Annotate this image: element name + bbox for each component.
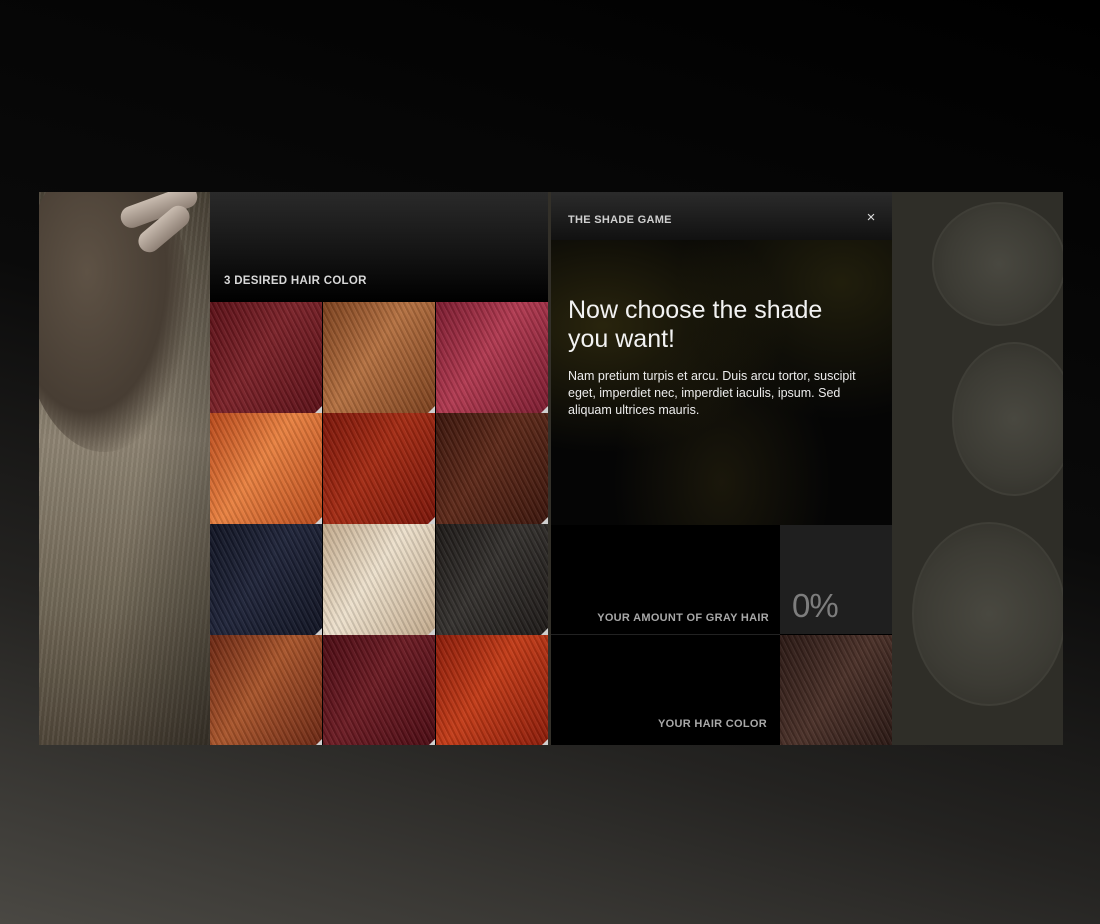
bokeh-circle [912, 522, 1063, 706]
shade-game-title: THE SHADE GAME [568, 214, 672, 226]
shade-game-panel: THE SHADE GAME × Now choose the shade yo… [551, 192, 892, 745]
hair-swatch-raspberry[interactable] [436, 302, 548, 413]
description-text: Nam pretium turpis et arcu. Duis arcu to… [568, 369, 856, 417]
background-photo-right [892, 192, 1063, 745]
hair-swatch-vivid-red[interactable] [436, 635, 548, 745]
hair-swatch-soft-black[interactable] [436, 524, 548, 635]
swatch-corner-icon [541, 739, 548, 745]
shade-game-intro: Now choose the shade you want! Nam preti… [551, 240, 892, 525]
background-photo-left [39, 192, 210, 745]
gray-hair-percentage: 0% [792, 587, 839, 624]
bokeh-circle [952, 342, 1063, 496]
swatch-corner-icon [315, 406, 322, 413]
hair-swatch-burgundy[interactable] [210, 302, 322, 413]
gray-hair-row: YOUR AMOUNT OF GRAY HAIR 0% [551, 525, 892, 634]
swatch-corner-icon [428, 739, 435, 745]
current-hair-row: YOUR HAIR COLOR [551, 635, 892, 745]
desired-color-panel: 3 DESIRED HAIR COLOR [210, 192, 548, 745]
desired-color-title: 3 DESIRED HAIR COLOR [224, 275, 367, 287]
hair-swatch-auburn[interactable] [210, 635, 322, 745]
gray-hair-box[interactable]: 0% [780, 525, 892, 634]
swatch-corner-icon [315, 739, 322, 745]
shade-game-stage: 3 DESIRED HAIR COLOR THE SHADE GAME × No… [39, 192, 1063, 745]
hair-swatch-bright-copper[interactable] [210, 413, 322, 524]
swatch-corner-icon [315, 628, 322, 635]
swatch-corner-icon [541, 628, 548, 635]
swatch-corner-icon [428, 517, 435, 524]
headline: Now choose the shade you want! [568, 296, 823, 353]
swatch-corner-icon [428, 406, 435, 413]
desired-color-header: 3 DESIRED HAIR COLOR [210, 192, 548, 302]
hair-color-label: YOUR HAIR COLOR [658, 718, 767, 730]
swatch-corner-icon [315, 517, 322, 524]
close-icon[interactable]: × [864, 210, 878, 225]
swatch-corner-icon [541, 517, 548, 524]
swatch-corner-icon [541, 406, 548, 413]
gray-hair-label: YOUR AMOUNT OF GRAY HAIR [597, 612, 769, 624]
hair-swatch-copper-brown[interactable] [323, 302, 435, 413]
swatch-grid [210, 302, 548, 745]
hair-swatch-dark-auburn[interactable] [436, 413, 548, 524]
shade-game-header: THE SHADE GAME × [551, 192, 892, 240]
hair-swatch-deep-burgundy[interactable] [323, 635, 435, 745]
hair-swatch-light-blonde[interactable] [323, 524, 435, 635]
current-hair-swatch[interactable] [780, 635, 892, 745]
hair-swatch-blue-black[interactable] [210, 524, 322, 635]
swatch-corner-icon [428, 628, 435, 635]
hair-swatch-red[interactable] [323, 413, 435, 524]
bokeh-circle [932, 202, 1063, 326]
